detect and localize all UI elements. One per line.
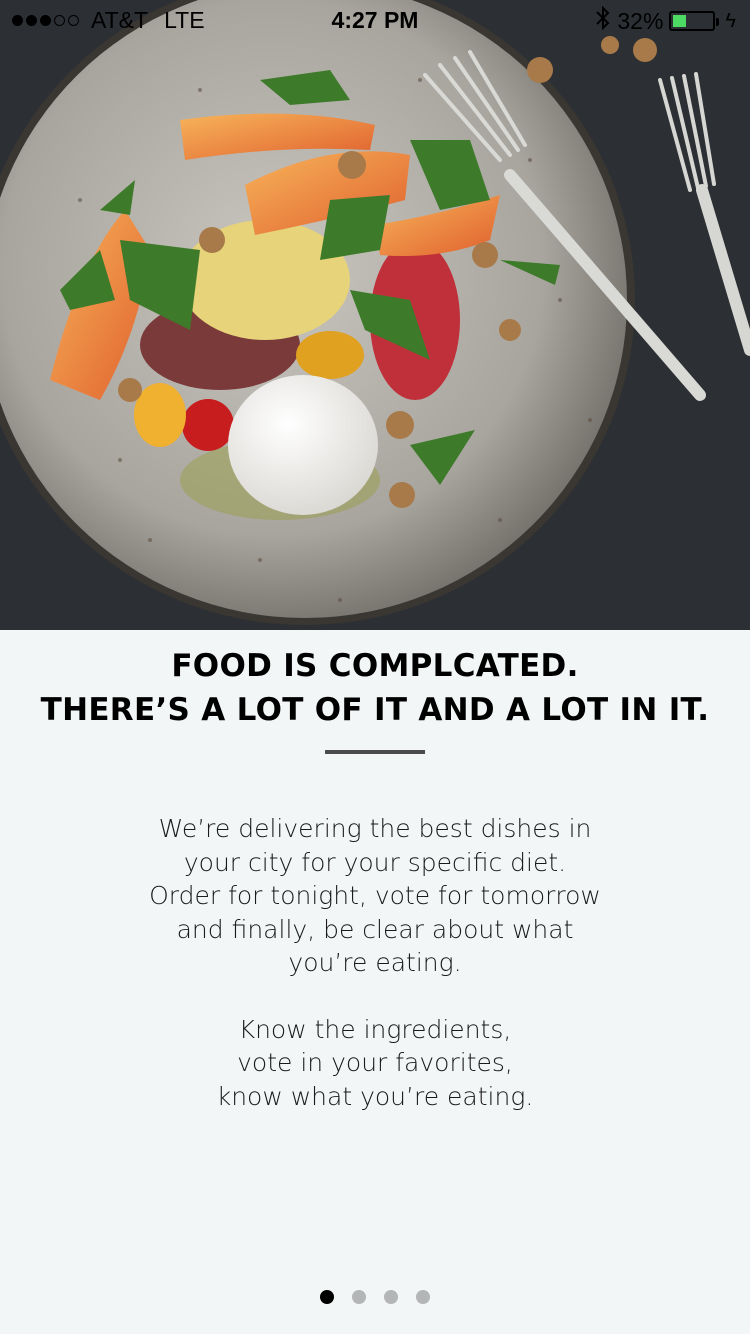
description-line: Know the ingredients,	[238, 1014, 512, 1044]
bluetooth-icon	[595, 5, 611, 36]
hero-food-image	[0, 0, 750, 630]
page-dot-3[interactable]	[384, 1290, 398, 1304]
headline-line-2: THERE’S A LOT OF IT AND A LOT IN IT.	[40, 692, 710, 728]
food-plate-illustration	[0, 0, 750, 630]
page-dot-4[interactable]	[416, 1290, 430, 1304]
headline-divider	[325, 750, 425, 754]
headline-line-1: FOOD IS COMPLCATED.	[171, 648, 579, 684]
description-line: We’re delivering the best dishes in	[158, 814, 592, 843]
description-line: know what you’re eating.	[216, 1081, 534, 1111]
description-line: your city for your specific diet.	[183, 847, 567, 877]
page-dot-1[interactable]	[320, 1290, 334, 1304]
charging-bolt-icon: ϟ	[725, 9, 736, 32]
status-right: 32% ϟ	[595, 5, 736, 36]
battery-tip	[716, 18, 720, 26]
battery-fill	[673, 15, 686, 27]
page-indicator[interactable]	[0, 1290, 750, 1304]
onboarding-content: FOOD IS COMPLCATED. THERE’S A LOT OF IT …	[0, 630, 750, 1334]
page-dot-2[interactable]	[352, 1290, 366, 1304]
onboarding-headline: FOOD IS COMPLCATED. THERE’S A LOT OF IT …	[0, 644, 750, 732]
description-line: and finally, be clear about what	[176, 914, 574, 944]
description-line: Order for tonight, vote for tomorrow	[149, 881, 601, 910]
battery-percent: 32%	[617, 7, 664, 34]
description-line: vote in your favorites,	[237, 1048, 513, 1077]
battery-icon	[669, 11, 720, 31]
description-line: you’re eating.	[288, 948, 462, 977]
onboarding-description: We’re delivering the best dishes in your…	[0, 812, 750, 1113]
status-bar: AT&T LTE 4:27 PM 32% ϟ	[0, 0, 750, 40]
